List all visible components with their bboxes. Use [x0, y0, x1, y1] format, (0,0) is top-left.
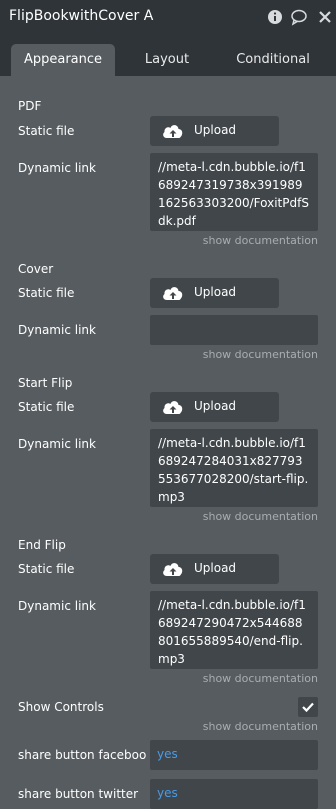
tab-appearance[interactable]: Appearance: [11, 44, 115, 76]
start-flip-dynamic-link-field[interactable]: //meta-l.cdn.bubble.io/f1689247284031x82…: [150, 429, 318, 507]
section-title-pdf: PDF: [18, 99, 42, 113]
comment-icon[interactable]: [290, 8, 308, 26]
share-facebook-value: yes: [157, 747, 178, 761]
share-twitter-label: share button twitter: [18, 787, 139, 801]
element-title: FlipBookwithCover A: [9, 8, 154, 24]
show-controls-checkbox[interactable]: [298, 697, 318, 717]
upload-cloud-icon: [163, 563, 183, 576]
upload-cloud-icon: [163, 125, 183, 138]
share-twitter-value: yes: [157, 786, 178, 800]
dynamic-link-label: Dynamic link: [18, 599, 96, 613]
upload-label: Upload: [194, 285, 237, 299]
static-file-label: Static file: [18, 562, 75, 576]
share-facebook-field[interactable]: yes: [150, 740, 318, 770]
section-title-start-flip: Start Flip: [18, 376, 73, 390]
section-title-end-flip: End Flip: [18, 538, 66, 552]
checkmark-icon: [302, 702, 314, 713]
share-facebook-label: share button faceboo: [18, 748, 147, 762]
upload-label: Upload: [194, 399, 237, 413]
end-flip-upload-button[interactable]: Upload: [150, 554, 279, 584]
start-flip-dynamic-link-value: //meta-l.cdn.bubble.io/f1689247284031x82…: [158, 436, 309, 504]
static-file-label: Static file: [18, 124, 75, 138]
end-flip-dynamic-link-field[interactable]: //meta-l.cdn.bubble.io/f1689247290472x54…: [150, 591, 318, 669]
pdf-upload-button[interactable]: Upload: [150, 116, 279, 146]
dynamic-link-label: Dynamic link: [18, 323, 96, 337]
show-controls-label: Show Controls: [18, 700, 104, 714]
upload-cloud-icon: [163, 287, 183, 300]
show-documentation-link[interactable]: show documentation: [203, 720, 318, 733]
show-documentation-link[interactable]: show documentation: [203, 234, 318, 247]
start-flip-upload-button[interactable]: Upload: [150, 392, 279, 422]
close-icon[interactable]: [316, 8, 334, 26]
pdf-dynamic-link-value: //meta-l.cdn.bubble.io/f1689247319738x39…: [158, 160, 309, 228]
upload-label: Upload: [194, 561, 237, 575]
static-file-label: Static file: [18, 400, 75, 414]
share-twitter-field[interactable]: yes: [150, 779, 318, 809]
end-flip-dynamic-link-value: //meta-l.cdn.bubble.io/f1689247290472x54…: [158, 598, 306, 666]
info-icon[interactable]: [266, 8, 284, 26]
cover-upload-button[interactable]: Upload: [150, 278, 279, 308]
tab-layout[interactable]: Layout: [117, 44, 217, 76]
upload-label: Upload: [194, 123, 237, 137]
tab-bar: Appearance Layout Conditional: [0, 36, 336, 76]
show-documentation-link[interactable]: show documentation: [203, 672, 318, 685]
cover-dynamic-link-field[interactable]: [150, 315, 318, 345]
upload-cloud-icon: [163, 401, 183, 414]
title-bar: FlipBookwithCover A: [0, 0, 336, 36]
dynamic-link-label: Dynamic link: [18, 161, 96, 175]
show-documentation-link[interactable]: show documentation: [203, 348, 318, 361]
section-title-cover: Cover: [18, 262, 54, 276]
static-file-label: Static file: [18, 286, 75, 300]
show-documentation-link[interactable]: show documentation: [203, 510, 318, 523]
pdf-dynamic-link-field[interactable]: //meta-l.cdn.bubble.io/f1689247319738x39…: [150, 153, 318, 231]
tab-conditional[interactable]: Conditional: [222, 44, 324, 76]
dynamic-link-label: Dynamic link: [18, 437, 96, 451]
